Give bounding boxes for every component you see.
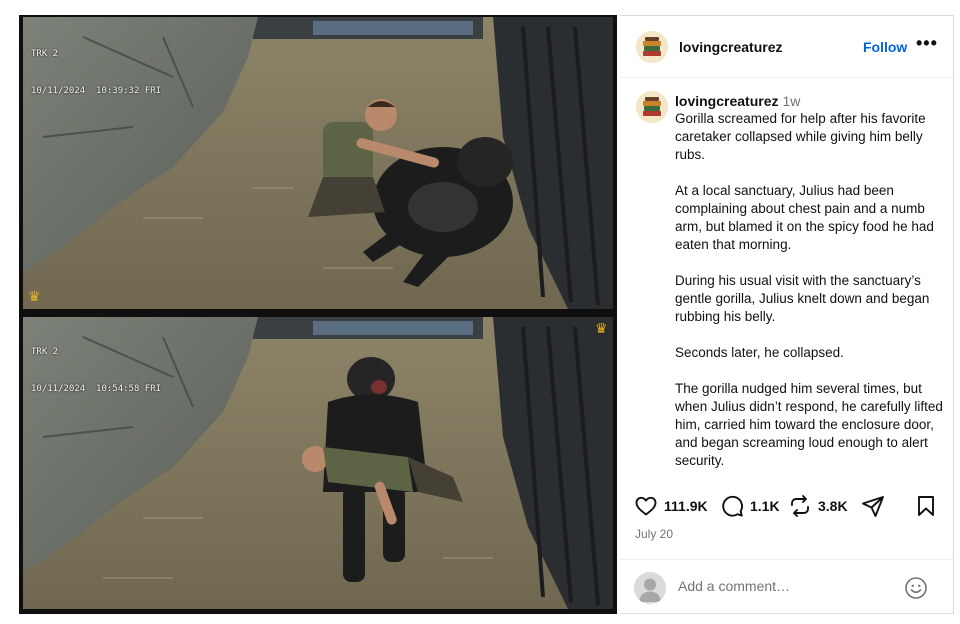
post-author-username[interactable]: lovingcreaturez <box>679 39 782 55</box>
books-avatar-icon <box>636 91 668 123</box>
caption-paragraph: Gorilla screamed for help after his favo… <box>675 111 926 162</box>
comment-composer <box>620 559 953 614</box>
action-bar: 111.9K 1.1K 3.8K <box>620 486 953 526</box>
books-avatar-icon <box>636 31 668 63</box>
share-button[interactable] <box>861 494 885 518</box>
repost-icon <box>791 495 809 517</box>
cctv-frame-bottom: TRK 2 10/11/2024 10:54:58 FRI ♛ <box>23 317 613 609</box>
post-media[interactable]: TRK 2 10/11/2024 10:39:32 FRI ♛ TRK 2 10… <box>19 15 617 614</box>
post-panel: lovingcreaturez Follow ••• lovingcreatur… <box>620 15 954 614</box>
caption-username[interactable]: lovingcreaturez <box>675 93 778 109</box>
comment-bubble-icon <box>722 495 743 517</box>
current-user-avatar <box>634 572 666 604</box>
cam-id: TRK 2 <box>31 49 59 59</box>
post-date[interactable]: July 20 <box>635 527 673 541</box>
like-button[interactable]: 111.9K <box>634 494 708 518</box>
smiley-icon <box>905 577 927 599</box>
post-time-ago[interactable]: 1w <box>782 93 800 109</box>
caption-paragraph: During his usual visit with the sanctuar… <box>675 273 930 324</box>
repost-button[interactable]: 3.8K <box>788 494 848 518</box>
cam-overlay-top: TRK 2 10/11/2024 10:39:32 FRI <box>31 27 161 119</box>
cctv-frame-top: TRK 2 10/11/2024 10:39:32 FRI ♛ <box>23 17 613 309</box>
cam-timestamp: 10/11/2024 10:39:32 FRI <box>31 86 162 96</box>
crown-icon: ♛ <box>595 320 608 336</box>
heart-icon <box>635 496 657 516</box>
crown-icon: ♛ <box>28 288 41 304</box>
caption-paragraph: At a local sanctuary, Julius had been co… <box>675 183 934 252</box>
default-user-icon <box>634 572 666 604</box>
post-header: lovingcreaturez Follow ••• <box>620 16 953 78</box>
repost-count: 3.8K <box>818 498 848 514</box>
cam-id: TRK 2 <box>31 347 59 357</box>
like-count: 111.9K <box>664 498 708 514</box>
comment-input[interactable] <box>678 578 878 594</box>
avatar[interactable] <box>636 31 668 63</box>
caption-paragraph: The gorilla nudged him several times, bu… <box>675 381 943 468</box>
paper-plane-icon <box>862 496 884 517</box>
follow-button[interactable]: Follow <box>863 39 907 55</box>
caption-section: lovingcreaturez 1w Gorilla screamed for h… <box>620 78 953 482</box>
caption-paragraph: Seconds later, he collapsed. <box>675 345 844 360</box>
cam-timestamp: 10/11/2024 10:54:58 FRI <box>31 384 162 394</box>
save-button[interactable] <box>914 494 938 518</box>
avatar[interactable] <box>636 91 668 123</box>
bookmark-icon <box>918 496 934 516</box>
caption-text: Gorilla screamed for help after his favo… <box>675 110 945 488</box>
more-options-icon[interactable]: ••• <box>916 33 938 54</box>
emoji-button[interactable] <box>904 576 928 605</box>
caption-header: lovingcreaturez 1w <box>675 93 800 109</box>
cam-overlay-bottom: TRK 2 10/11/2024 10:54:58 FRI <box>31 325 161 417</box>
comment-count: 1.1K <box>750 498 780 514</box>
comment-button[interactable]: 1.1K <box>720 494 780 518</box>
